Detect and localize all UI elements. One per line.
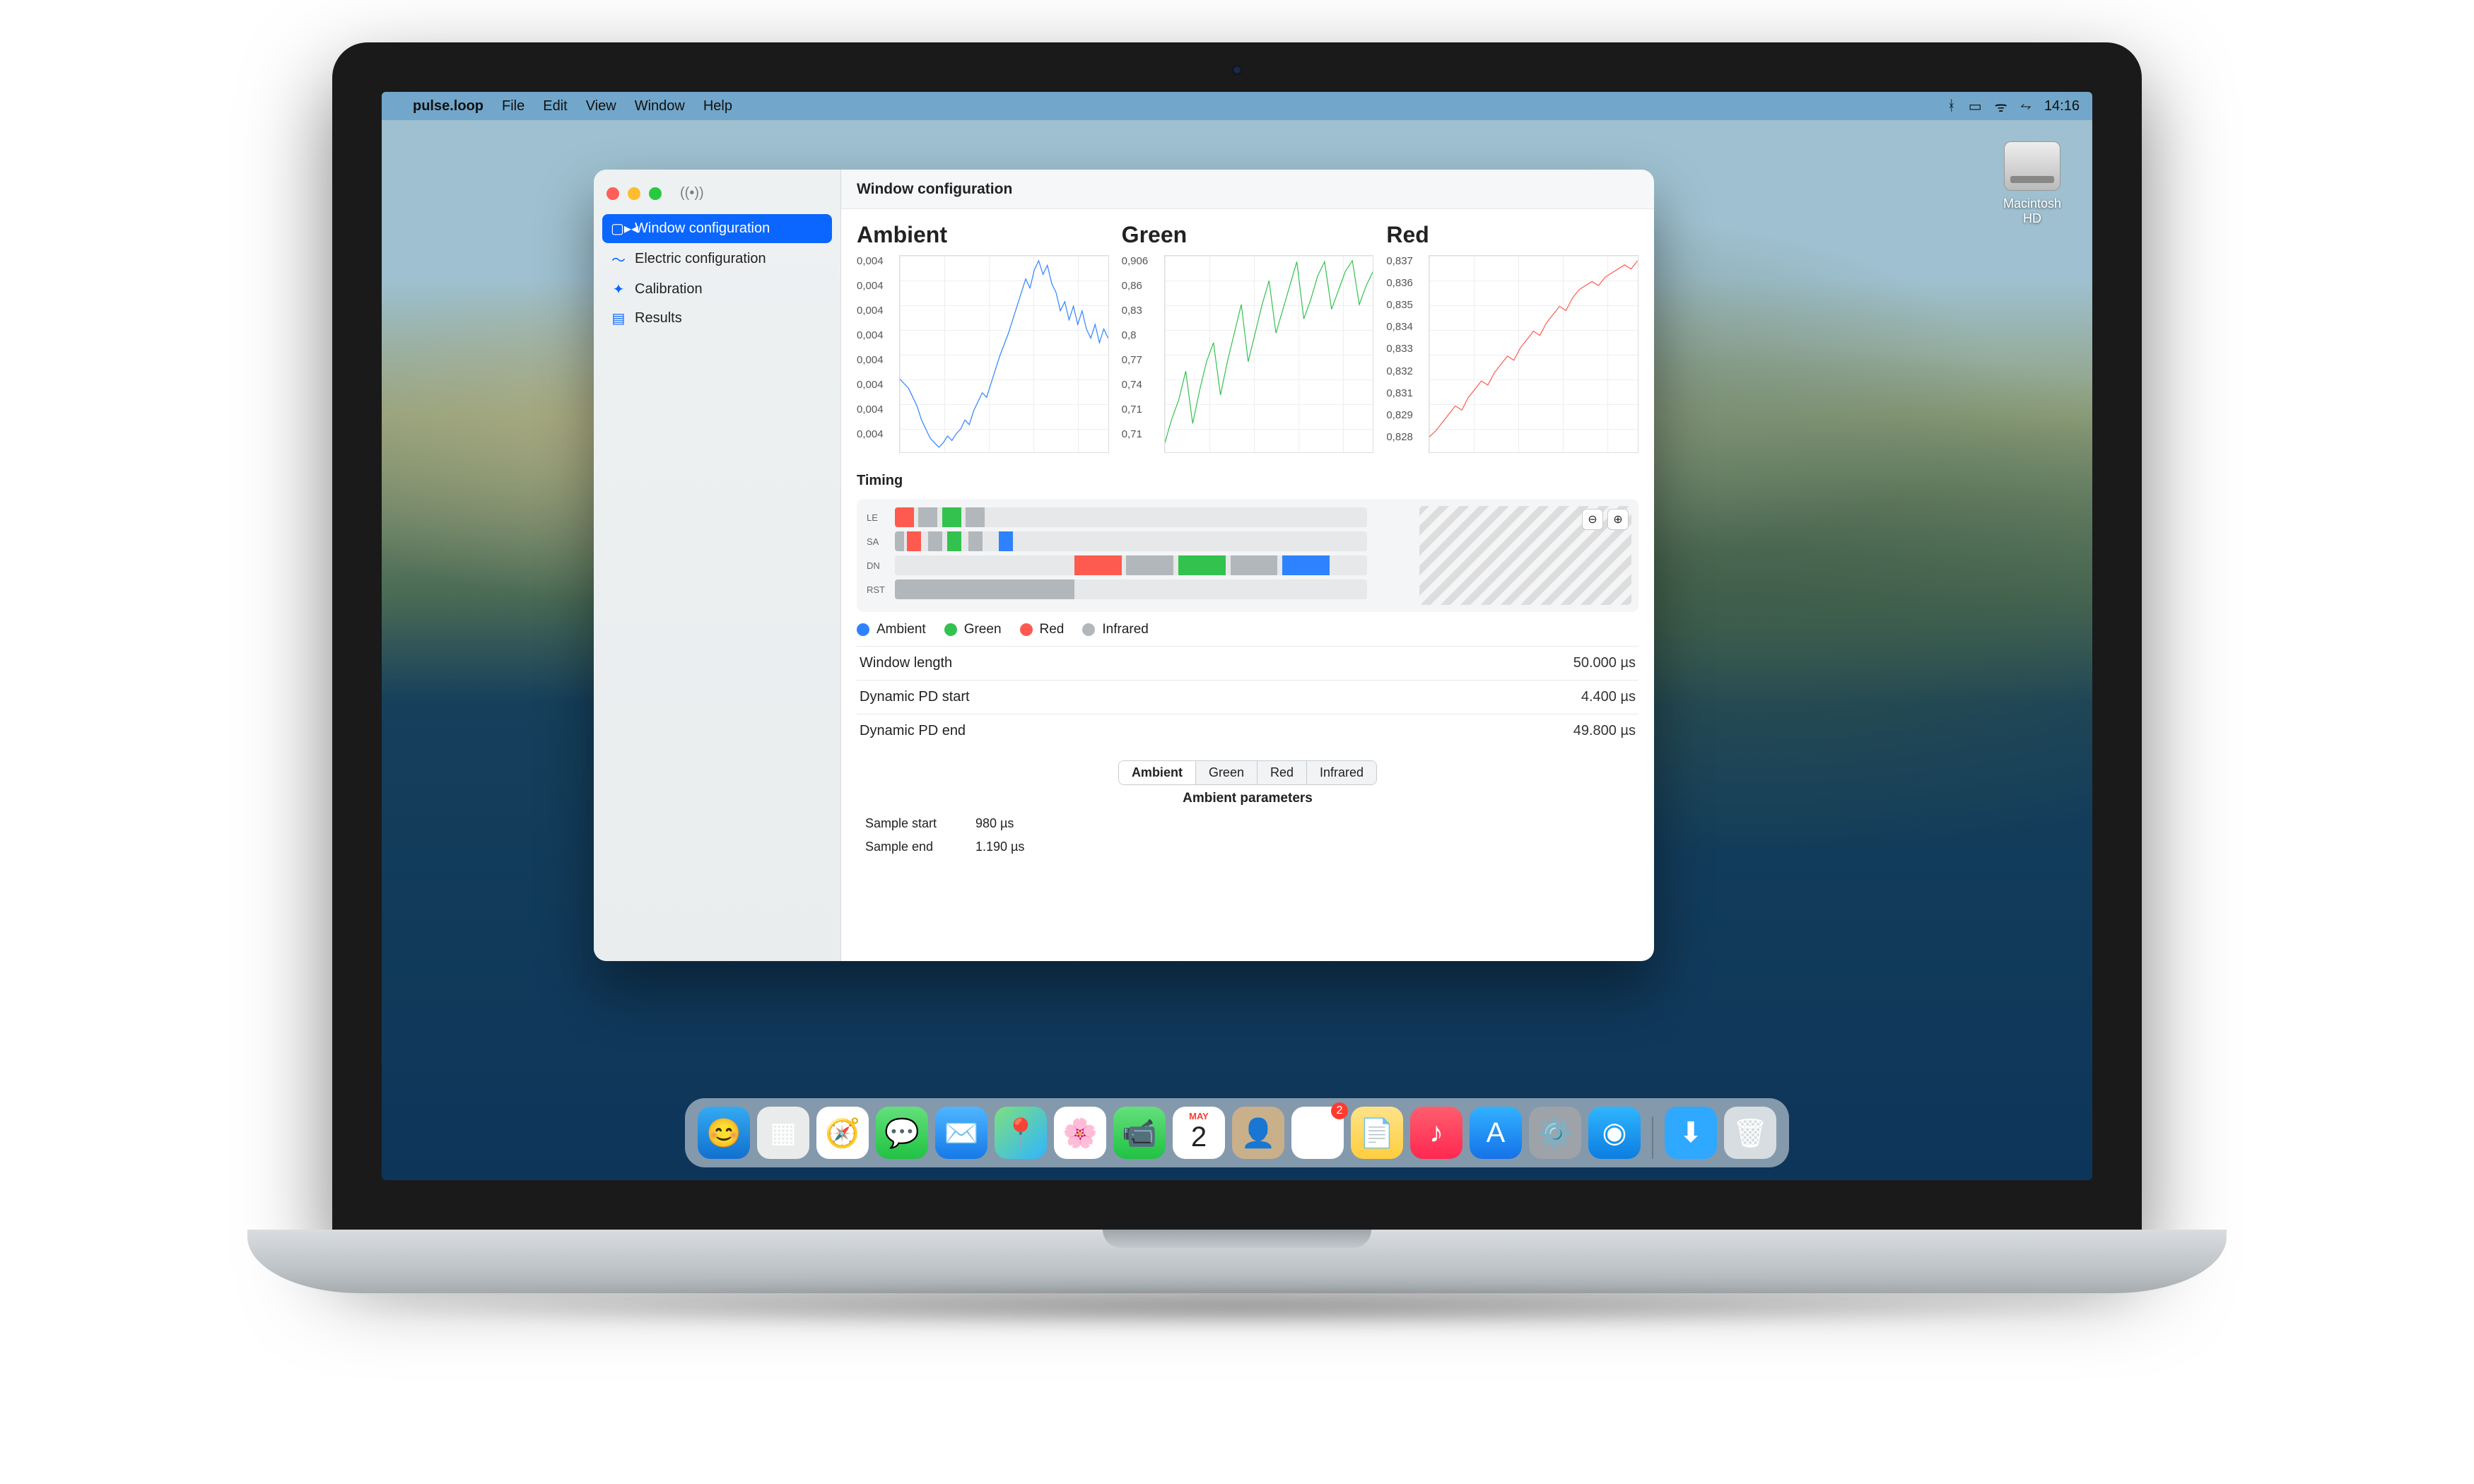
chart-title-green: Green — [1122, 222, 1374, 248]
dock-app-finder[interactable]: 😊 — [698, 1107, 750, 1159]
bluetooth-status-icon[interactable]: ᚼ — [1947, 98, 1956, 114]
dock-separator — [1652, 1117, 1653, 1159]
sidebar-item-calibration[interactable]: ✦ Calibration — [602, 275, 832, 304]
dock-app-launchpad[interactable]: ▦ — [757, 1107, 809, 1159]
legend-item: Red — [1020, 622, 1065, 637]
wifi-status-icon[interactable]: ᯤ — [1995, 97, 2007, 116]
timing-kv-row: Dynamic PD end49.800 µs — [857, 714, 1638, 748]
bluetooth-scan-icon[interactable]: ((•)) — [680, 185, 704, 201]
minimize-button[interactable] — [628, 187, 640, 200]
badge: 2 — [1331, 1102, 1348, 1119]
legend-item: Ambient — [857, 622, 926, 637]
menu-view[interactable]: View — [586, 98, 616, 114]
calibration-icon: ✦ — [611, 281, 626, 298]
dock: 😊▦🧭💬✉️📍🌸📹MAY2👤☰2📄♪A⚙️◉ ⬇︎🗑 — [685, 1098, 1789, 1167]
param-tab-infrared[interactable]: Infrared — [1307, 761, 1376, 784]
pulseloop-window: ((•)) ▢▸◂ Window configuration 〜 Electri… — [594, 170, 1654, 961]
sidebar-item-electric-config[interactable]: 〜 Electric configuration — [602, 243, 832, 275]
dock-app-mail[interactable]: ✉️ — [935, 1107, 987, 1159]
menubar-clock[interactable]: 14:16 — [2044, 98, 2080, 114]
yticks-red: 0,8370,8360,8350,8340,8330,8320,8310,829… — [1386, 255, 1429, 453]
dock-app-screensharing[interactable]: ◉ — [1588, 1107, 1641, 1159]
timing-legend: Ambient Green Red Infrared — [857, 622, 1638, 637]
menubar-app-name[interactable]: pulse.loop — [413, 98, 483, 114]
sidebar-item-window-config[interactable]: ▢▸◂ Window configuration — [602, 214, 832, 243]
param-tab-red[interactable]: Red — [1257, 761, 1307, 784]
menu-file[interactable]: File — [502, 98, 524, 114]
dock-app-downloads[interactable]: ⬇︎ — [1665, 1107, 1717, 1159]
close-button[interactable] — [606, 187, 619, 200]
timing-title: Timing — [857, 473, 1638, 489]
yticks-ambient: 0,0040,0040,0040,0040,0040,0040,0040,004 — [857, 255, 899, 453]
window-config-icon: ▢▸◂ — [611, 220, 626, 237]
fullscreen-button[interactable] — [649, 187, 662, 200]
timing-row-label: SA — [867, 536, 892, 547]
dock-app-appstore[interactable]: A — [1470, 1107, 1522, 1159]
chart-red: Red 0,8370,8360,8350,8340,8330,8320,8310… — [1386, 222, 1638, 453]
sidebar-item-label: Window configuration — [635, 220, 770, 237]
chart-title-red: Red — [1386, 222, 1638, 248]
timing-kv-row: Window length50.000 µs — [857, 646, 1638, 680]
legend-item: Infrared — [1082, 622, 1148, 637]
param-row: Sample end1.190 µs — [857, 835, 1638, 859]
desktop-drive-label: Macintosh HD — [2003, 196, 2061, 225]
param-row: Sample start980 µs — [857, 812, 1638, 835]
chart-green: Green 0,9060,860,830,80,770,740,710,71 — [1122, 222, 1374, 453]
dock-app-maps[interactable]: 📍 — [995, 1107, 1047, 1159]
sidebar-item-results[interactable]: ▤ Results — [602, 304, 832, 333]
legend-item: Green — [944, 622, 1002, 637]
param-tab-ambient[interactable]: Ambient — [1119, 761, 1196, 784]
dock-app-reminders[interactable]: ☰2 — [1291, 1107, 1344, 1159]
dock-app-photos[interactable]: 🌸 — [1054, 1107, 1106, 1159]
dock-app-contacts[interactable]: 👤 — [1232, 1107, 1284, 1159]
battery-status-icon[interactable]: ▭ — [1969, 98, 1982, 115]
chart-ambient: Ambient 0,0040,0040,0040,0040,0040,0040,… — [857, 222, 1109, 453]
electric-config-icon: 〜 — [611, 249, 626, 269]
param-tabs: AmbientGreenRedInfrared — [857, 760, 1638, 785]
dock-app-music[interactable]: ♪ — [1410, 1107, 1462, 1159]
dock-app-notes[interactable]: 📄 — [1351, 1107, 1403, 1159]
laptop-base — [247, 1230, 2227, 1293]
laptop-camera — [1232, 65, 1242, 75]
dock-app-messages[interactable]: 💬 — [876, 1107, 928, 1159]
harddrive-icon — [2004, 141, 2060, 191]
menu-help[interactable]: Help — [703, 98, 732, 114]
dock-app-facetime[interactable]: 📹 — [1113, 1107, 1166, 1159]
desktop-drive-icon[interactable]: Macintosh HD — [1993, 141, 2071, 226]
results-icon: ▤ — [611, 310, 626, 327]
timing-row-label: LE — [867, 512, 892, 523]
chart-title-ambient: Ambient — [857, 222, 1109, 248]
sidebar: ((•)) ▢▸◂ Window configuration 〜 Electri… — [594, 170, 841, 961]
timing-row-label: RST — [867, 584, 892, 595]
macos-menubar: pulse.loop File Edit View Window Help ᚼ … — [382, 92, 2092, 120]
timing-panel: ⊖ ⊕ LE — [857, 499, 1638, 612]
dock-app-calendar[interactable]: MAY2 — [1173, 1107, 1225, 1159]
page-title: Window configuration — [841, 170, 1654, 209]
control-center-icon[interactable]: ⥊ — [2020, 98, 2032, 114]
dock-app-safari[interactable]: 🧭 — [816, 1107, 869, 1159]
dock-app-trash[interactable]: 🗑 — [1724, 1107, 1776, 1159]
menu-window[interactable]: Window — [635, 98, 685, 114]
timing-kv-row: Dynamic PD start4.400 µs — [857, 680, 1638, 714]
timing-row-label: DN — [867, 560, 892, 571]
param-tab-green[interactable]: Green — [1196, 761, 1257, 784]
zoom-out-button[interactable]: ⊖ — [1582, 509, 1603, 530]
sidebar-item-label: Results — [635, 310, 682, 326]
sidebar-item-label: Calibration — [635, 281, 703, 298]
sidebar-item-label: Electric configuration — [635, 251, 766, 267]
zoom-in-button[interactable]: ⊕ — [1607, 509, 1629, 530]
params-title: Ambient parameters — [857, 791, 1638, 806]
dock-app-settings[interactable]: ⚙️ — [1529, 1107, 1581, 1159]
yticks-green: 0,9060,860,830,80,770,740,710,71 — [1122, 255, 1164, 453]
menu-edit[interactable]: Edit — [543, 98, 567, 114]
